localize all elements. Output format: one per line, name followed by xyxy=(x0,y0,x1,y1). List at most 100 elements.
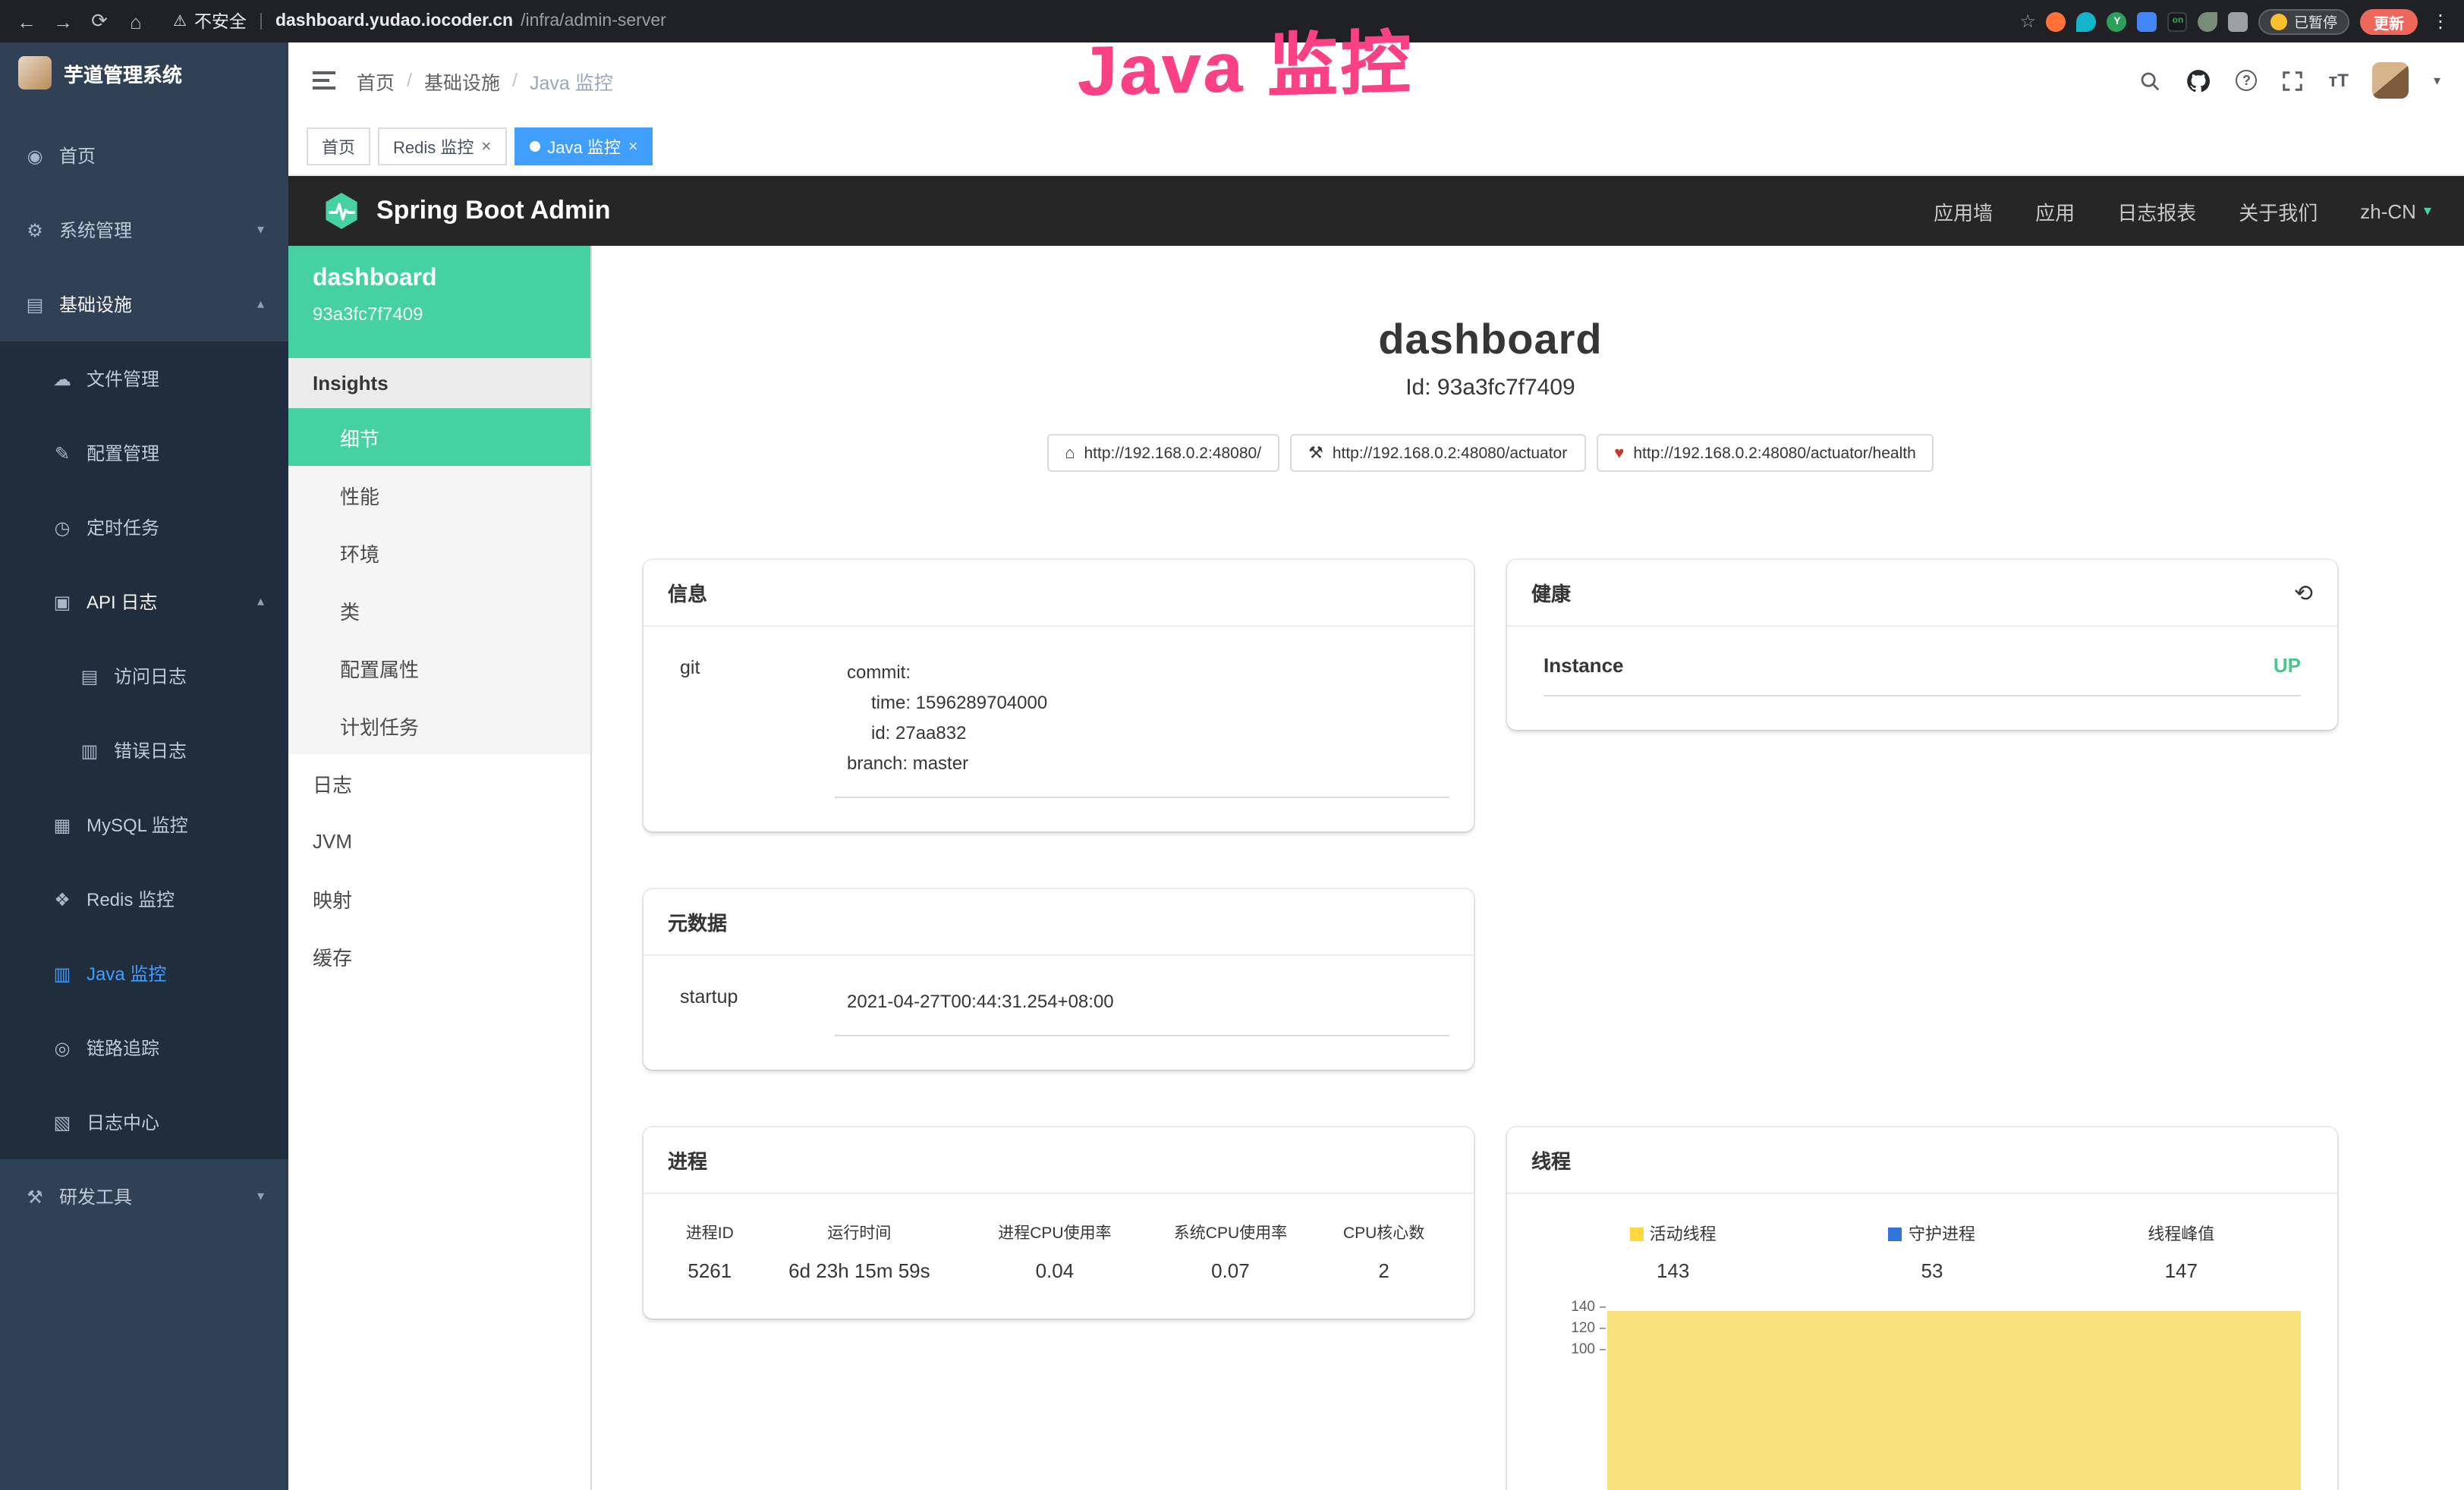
threads-chart: 140 120 100 xyxy=(1531,1306,2313,1490)
sba-nav-about[interactable]: 关于我们 xyxy=(2239,196,2318,225)
close-icon[interactable]: × xyxy=(628,137,638,156)
process-uptime: 6d 23h 15m 59s xyxy=(752,1256,968,1285)
info-value: commit: time: 1596289704000 id: 27aa832 … xyxy=(835,651,1449,797)
chevron-down-icon: ▾ xyxy=(257,222,264,238)
sba-brand[interactable]: Spring Boot Admin xyxy=(322,191,611,231)
chrome-update-button[interactable]: 更新 xyxy=(2360,8,2418,34)
tab-java-monitor[interactable]: Java 监控 × xyxy=(514,127,653,165)
sidebar-item-java-monitor[interactable]: ▥ Java 监控 xyxy=(0,936,288,1011)
history-icon[interactable]: ⟲ xyxy=(2294,579,2313,606)
address-bar[interactable]: ⚠ 不安全 | dashboard.yudao.iocoder.cn/infra… xyxy=(173,9,2006,33)
instance-links: ⌂ http://192.168.0.2:48080/ ⚒ http://192… xyxy=(644,434,2337,472)
forward-icon[interactable]: → xyxy=(52,10,74,33)
tab-redis-monitor[interactable]: Redis 监控 × xyxy=(378,127,506,165)
extension-drop-icon[interactable] xyxy=(2077,11,2097,31)
sidebar-item-error-logs[interactable]: ▥ 错误日志 xyxy=(0,713,288,787)
breadcrumb-infrastructure[interactable]: 基础设施 xyxy=(424,66,500,95)
extension-grid-icon[interactable] xyxy=(2138,11,2157,31)
sba-item-label: 计划任务 xyxy=(340,711,419,740)
page-instance-id: Id: 93a3fc7f7409 xyxy=(644,375,2337,401)
sba-item-label: 映射 xyxy=(313,884,352,913)
sba-instance-sidebar: dashboard 93a3fc7f7409 Insights 细节 性能 环境… xyxy=(288,246,592,1490)
cpu-cores: 2 xyxy=(1318,1256,1449,1285)
sba-item-details[interactable]: 细节 xyxy=(288,408,590,466)
sidebar-toggle-icon[interactable] xyxy=(313,71,335,90)
sidebar-item-access-logs[interactable]: ▤ 访问日志 xyxy=(0,639,288,713)
service-url-button[interactable]: ⌂ http://192.168.0.2:48080/ xyxy=(1046,434,1279,472)
sba-item-performance[interactable]: 性能 xyxy=(288,466,590,523)
sba-item-caches[interactable]: 缓存 xyxy=(288,927,590,985)
extension-leaf-icon[interactable] xyxy=(2198,11,2218,31)
health-url-button[interactable]: ♥ http://192.168.0.2:48080/actuator/heal… xyxy=(1596,434,1934,472)
sba-nav-journal[interactable]: 日志报表 xyxy=(2117,196,2196,225)
sba-item-jvm[interactable]: JVM xyxy=(288,812,590,869)
browser-menu-icon[interactable]: ⋮ xyxy=(2431,11,2450,32)
font-size-icon[interactable]: тT xyxy=(2329,70,2349,91)
sidebar-item-log-center[interactable]: ▧ 日志中心 xyxy=(0,1085,288,1159)
back-icon[interactable]: ← xyxy=(15,10,38,33)
sidebar-item-dev-tools[interactable]: ⚒ 研发工具 ▾ xyxy=(0,1159,288,1234)
sidebar-item-redis-monitor[interactable]: ❖ Redis 监控 xyxy=(0,862,288,936)
log-icon: ▥ xyxy=(79,740,100,761)
extension-on-icon[interactable]: on xyxy=(2168,11,2188,31)
sidebar-item-api-logs[interactable]: ▣ API 日志 ▴ xyxy=(0,564,288,639)
sba-item-scheduled-tasks[interactable]: 计划任务 xyxy=(288,696,590,754)
info-card: 信息 git commit: time: 1596289704000 id: 2… xyxy=(644,560,1474,831)
search-icon[interactable] xyxy=(2139,69,2162,92)
health-card-title: 健康 xyxy=(1531,578,1571,607)
sba-item-classes[interactable]: 类 xyxy=(288,581,590,639)
process-cpu: 0.04 xyxy=(967,1256,1143,1285)
sba-item-label: 配置属性 xyxy=(340,653,419,682)
sba-item-environment[interactable]: 环境 xyxy=(288,523,590,581)
reload-icon[interactable]: ⟳ xyxy=(88,9,111,33)
fullscreen-icon[interactable] xyxy=(2282,69,2305,92)
tab-home[interactable]: 首页 xyxy=(307,127,370,165)
extension-fox-icon[interactable] xyxy=(2047,11,2066,31)
sidebar-item-label: 链路追踪 xyxy=(87,1035,159,1061)
breadcrumb-home[interactable]: 首页 xyxy=(357,66,395,95)
sidebar-item-config-management[interactable]: ✎ 配置管理 xyxy=(0,416,288,490)
active-dot-icon xyxy=(529,141,540,152)
sidebar-item-link-tracing[interactable]: ◎ 链路追踪 xyxy=(0,1011,288,1085)
extensions-puzzle-icon[interactable] xyxy=(2229,11,2248,31)
sidebar-item-mysql-monitor[interactable]: ▦ MySQL 监控 xyxy=(0,787,288,862)
sidebar-item-infrastructure[interactable]: ▤ 基础设施 ▴ xyxy=(0,267,288,341)
sba-nav-applications[interactable]: 应用 xyxy=(2035,196,2075,225)
actuator-url-button[interactable]: ⚒ http://192.168.0.2:48080/actuator xyxy=(1290,434,1585,472)
github-icon[interactable] xyxy=(2186,68,2212,93)
layers-icon: ❖ xyxy=(52,888,73,910)
monitor-icon: ▥ xyxy=(52,963,73,984)
app-logo[interactable]: 芋道管理系统 xyxy=(0,42,288,103)
home-icon[interactable]: ⌂ xyxy=(124,10,147,33)
user-avatar[interactable] xyxy=(2373,62,2409,99)
sba-locale-select[interactable]: zh-CN ▾ xyxy=(2360,200,2431,222)
logo-image xyxy=(18,56,52,90)
sba-item-config-props[interactable]: 配置属性 xyxy=(288,639,590,696)
legend-daemon-threads: 守护进程 53 xyxy=(1889,1221,1975,1282)
help-icon[interactable]: ? xyxy=(2236,70,2258,91)
sidebar-item-system-management[interactable]: ⚙ 系统管理 ▾ xyxy=(0,193,288,267)
instance-details: dashboard Id: 93a3fc7f7409 ⌂ http://192.… xyxy=(592,246,2464,1490)
profile-paused-badge[interactable]: 已暂停 xyxy=(2259,8,2349,34)
git-commit-label: commit: xyxy=(847,657,1437,687)
active-threads-area xyxy=(1607,1311,2301,1490)
instance-header[interactable]: dashboard 93a3fc7f7409 xyxy=(288,246,590,358)
extension-green-icon[interactable]: Y xyxy=(2107,11,2127,31)
sidebar-item-scheduled-tasks[interactable]: ◷ 定时任务 xyxy=(0,490,288,564)
screen: ← → ⟳ ⌂ ⚠ 不安全 | dashboard.yudao.iocoder.… xyxy=(0,0,2464,1490)
sba-item-logs[interactable]: 日志 xyxy=(288,754,590,812)
sba-item-mappings[interactable]: 映射 xyxy=(288,869,590,927)
sidebar-menu: ◉ 首页 ⚙ 系统管理 ▾ ▤ 基础设施 ▴ ☁ 文件管理 xyxy=(0,103,288,1234)
detail-cards: 信息 git commit: time: 1596289704000 id: 2… xyxy=(644,560,2337,1490)
bookmark-star-icon[interactable]: ☆ xyxy=(2019,11,2036,32)
address-divider: | xyxy=(259,12,263,30)
sba-nav-wallboard[interactable]: 应用墙 xyxy=(1934,196,1993,225)
sba-logo-icon xyxy=(322,191,361,231)
close-icon[interactable]: × xyxy=(481,137,491,156)
security-label[interactable]: 不安全 xyxy=(194,9,247,33)
sidebar-item-file-management[interactable]: ☁ 文件管理 xyxy=(0,341,288,416)
avatar-caret-icon[interactable]: ▾ xyxy=(2434,72,2440,89)
sidebar-item-home[interactable]: ◉ 首页 xyxy=(0,118,288,193)
breadcrumb: 首页 / 基础设施 / Java 监控 xyxy=(357,66,613,95)
instance-id: 93a3fc7f7409 xyxy=(313,303,566,325)
